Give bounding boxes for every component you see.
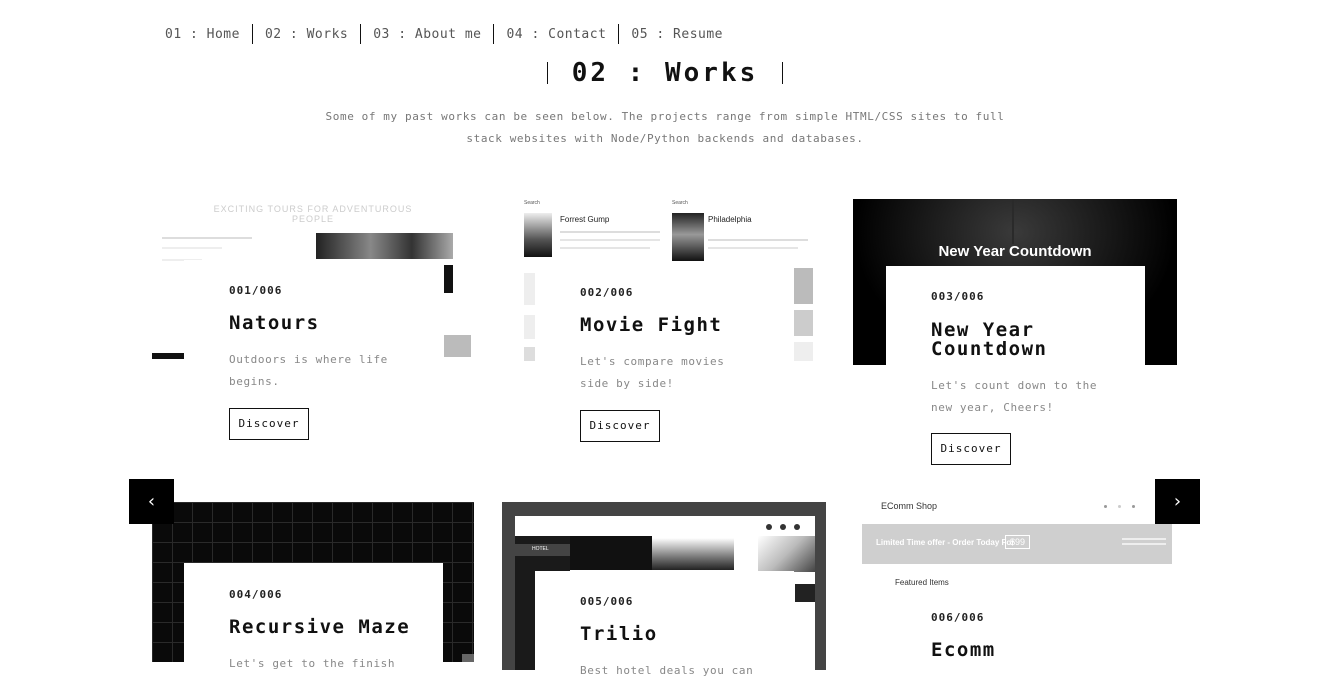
preview-search-label: Search — [672, 200, 688, 206]
project-title: Trilio — [580, 623, 658, 645]
heading-bar-right — [782, 62, 784, 84]
main-nav: 01 : Home 02 : Works 03 : About me 04 : … — [165, 24, 723, 44]
preview-price: $99 — [1005, 535, 1031, 549]
preview-featured: Featured Items — [895, 578, 949, 587]
nav-divider — [251, 24, 253, 44]
project-description: Let's count down to the new year, Cheers… — [931, 379, 1098, 414]
nav-home-link[interactable]: 01 : Home — [165, 27, 240, 42]
project-title: Natours — [229, 312, 320, 334]
project-number: 001/006 — [229, 284, 283, 297]
preview-right-movie: Philadelphia — [708, 215, 752, 224]
preview-offer: Limited Time offer - Order Today For — [876, 538, 1015, 547]
chevron-left-icon: ‹ — [147, 491, 156, 512]
discover-button[interactable]: Discover — [931, 433, 1011, 465]
section-intro: Some of my past works can be seen below.… — [325, 110, 1005, 145]
preview-search-label: Search — [524, 200, 540, 206]
nav-resume-link[interactable]: 05 : Resume — [631, 27, 723, 42]
project-title: Recursive Maze — [229, 616, 411, 638]
nav-contact-link[interactable]: 04 : Contact — [506, 27, 606, 42]
project-number: 005/006 — [580, 595, 634, 608]
project-description: Best hotel deals you can — [580, 664, 754, 677]
nav-divider — [360, 24, 362, 44]
nav-divider — [618, 24, 620, 44]
project-number: 006/006 — [931, 611, 985, 624]
nav-about-link[interactable]: 03 : About me — [373, 27, 481, 42]
project-description: Outdoors is where life begins. — [229, 353, 388, 388]
project-number: 002/006 — [580, 286, 634, 299]
project-thumbnail: EComm Shop Limited Time offer - Order To… — [862, 494, 1172, 598]
chevron-right-icon: › — [1173, 491, 1182, 512]
nav-divider — [493, 24, 495, 44]
heading-bar-left — [546, 62, 548, 84]
project-title: Movie Fight — [580, 314, 723, 336]
section-title: 02 : Works — [571, 58, 759, 88]
project-panel — [535, 571, 794, 674]
carousel-next-button[interactable]: › — [1155, 479, 1200, 524]
preview-left-movie: Forrest Gump — [560, 215, 610, 224]
preview-heading: New Year Countdown — [938, 243, 1092, 260]
project-description: Let's compare movies side by side! — [580, 355, 725, 390]
carousel-prev-button[interactable]: ‹ — [129, 479, 174, 524]
preview-shop-name: EComm Shop — [881, 501, 938, 511]
project-description: Let's get to the finish — [229, 657, 396, 670]
preview-menu-item: HOTEL — [532, 546, 549, 552]
project-panel — [886, 266, 1145, 476]
project-number: 004/006 — [229, 588, 283, 601]
preview-heading: EXCITING TOURS FOR ADVENTUROUS PEOPLE — [213, 204, 413, 224]
nav-works-link[interactable]: 02 : Works — [265, 27, 348, 42]
discover-button[interactable]: Discover — [229, 408, 309, 440]
discover-button[interactable]: Discover — [580, 410, 660, 442]
project-number: 003/006 — [931, 290, 985, 303]
project-title: Ecomm — [931, 639, 996, 661]
project-title: New Year Countdown — [931, 319, 1048, 360]
section-heading: 02 : Works — [0, 58, 1330, 88]
